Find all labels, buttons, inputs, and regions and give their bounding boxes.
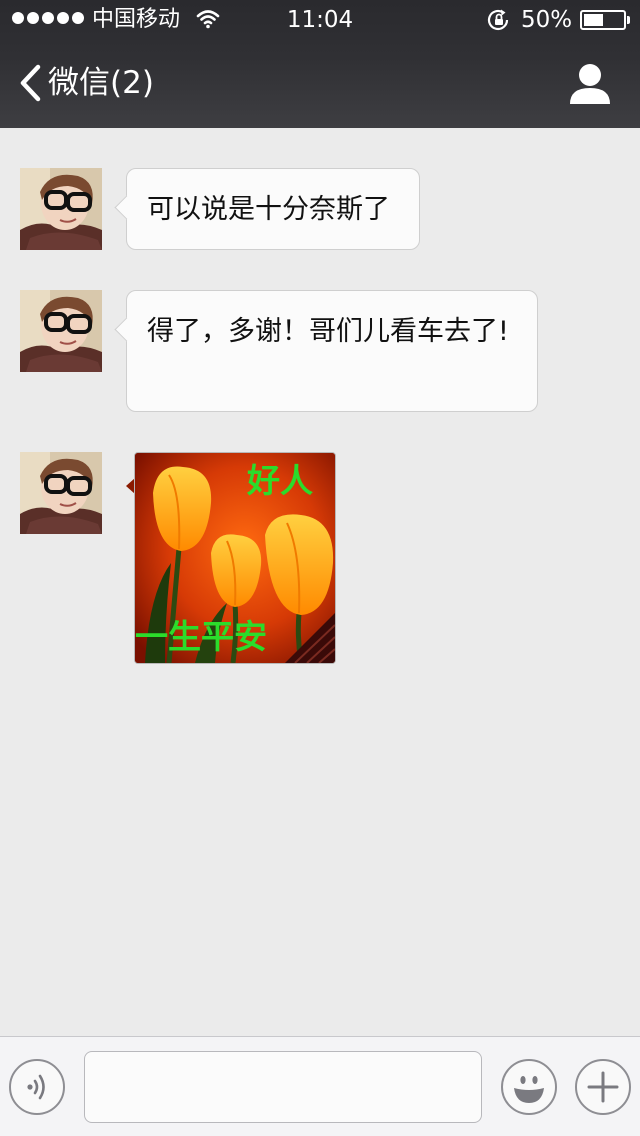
chat-area[interactable]: 可以说是十分奈斯了 得了，多谢！哥们儿看车去了! 好人 一生平安 — [0, 128, 640, 1036]
battery-icon — [580, 10, 630, 30]
message-row: 可以说是十分奈斯了 — [0, 168, 640, 250]
plus-icon — [587, 1071, 619, 1103]
avatar-image — [20, 290, 102, 372]
smiley-icon — [514, 1076, 544, 1103]
person-icon[interactable] — [566, 62, 614, 106]
message-bubble[interactable]: 得了，多谢！哥们儿看车去了! — [114, 290, 538, 412]
avatar-image — [20, 452, 102, 534]
bubble-tail — [114, 317, 139, 342]
back-label: 微信(2) — [48, 65, 154, 101]
message-text: 得了，多谢！哥们儿看车去了! — [147, 316, 509, 347]
image-message[interactable]: 好人 一生平安 — [134, 452, 336, 664]
sticker-caption-top: 好人 — [247, 461, 313, 500]
emoji-button[interactable] — [501, 1059, 557, 1115]
avatar-image — [20, 168, 102, 250]
message-row: 好人 一生平安 — [0, 452, 640, 664]
sticker-caption-bottom: 一生平安 — [135, 617, 267, 656]
battery-level-fill — [584, 14, 603, 26]
voice-input-icon — [27, 1074, 45, 1100]
back-button[interactable]: 微信(2) — [18, 60, 154, 106]
nav-bar: 微信(2) — [0, 40, 640, 128]
contact-avatar[interactable] — [20, 290, 102, 372]
message-row: 得了，多谢！哥们儿看车去了! — [0, 290, 640, 412]
status-bar: 中国移动 11:04 50% — [0, 0, 640, 40]
top-bar: 中国移动 11:04 50% 微信(2) — [0, 0, 640, 128]
rotation-lock-icon — [487, 9, 509, 31]
voice-input-button[interactable] — [9, 1059, 65, 1115]
battery-percent: 50% — [521, 7, 573, 33]
bubble-tail — [114, 195, 139, 220]
message-text: 可以说是十分奈斯了 — [147, 194, 390, 225]
chevron-left-icon — [20, 64, 41, 102]
message-bubble[interactable]: 可以说是十分奈斯了 — [114, 168, 420, 250]
message-input[interactable] — [84, 1051, 482, 1123]
contact-avatar[interactable] — [20, 168, 102, 250]
more-button[interactable] — [575, 1059, 631, 1115]
battery-tip — [627, 16, 630, 24]
contact-avatar[interactable] — [20, 452, 102, 534]
input-bar — [0, 1036, 640, 1136]
